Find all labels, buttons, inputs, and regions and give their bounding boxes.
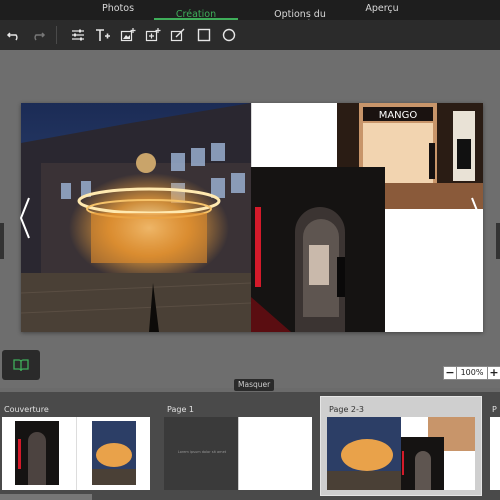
- undo-button[interactable]: [4, 25, 24, 45]
- add-frame-button[interactable]: [143, 25, 163, 45]
- previous-page-button[interactable]: [17, 193, 33, 243]
- thumbnail-couverture[interactable]: [2, 417, 150, 490]
- add-text-button[interactable]: [93, 25, 113, 45]
- circle-button[interactable]: [219, 25, 239, 45]
- tab-apercu[interactable]: Aperçu: [352, 0, 412, 20]
- redo-button[interactable]: [28, 25, 48, 45]
- page-1-caption: Lorem ipsum dolor sit amet: [177, 450, 227, 454]
- page-spread: MANGO: [21, 103, 483, 332]
- add-frame-icon: [145, 28, 161, 42]
- left-side-tab[interactable]: [0, 223, 4, 259]
- zoom-in-button[interactable]: +: [487, 366, 500, 380]
- zoom-control: − 100% +: [443, 366, 500, 380]
- rectangle-button[interactable]: [194, 25, 214, 45]
- edit-frame-button[interactable]: [168, 25, 188, 45]
- add-text-icon: [96, 29, 110, 41]
- storefront-sign: MANGO: [379, 110, 418, 121]
- archway-photo[interactable]: [251, 167, 385, 332]
- chevron-left-icon: [19, 197, 30, 239]
- editor-workspace: MANGO − 100% +: [0, 50, 500, 388]
- add-image-icon: [120, 28, 136, 42]
- couverture-preview: [2, 417, 150, 490]
- thumbnail-label-couverture: Couverture: [4, 405, 49, 414]
- edit-frame-icon: [170, 28, 185, 42]
- toolbar-separator: [56, 26, 57, 44]
- circle-icon: [222, 28, 236, 42]
- tab-photos[interactable]: Photos: [86, 0, 150, 20]
- page-2-3-preview: [327, 417, 475, 490]
- carousel-photo[interactable]: [21, 103, 251, 332]
- zoom-level: 100%: [457, 366, 487, 380]
- hide-panel-button[interactable]: Masquer: [234, 379, 275, 391]
- editor-toolbar: [0, 20, 500, 50]
- chevron-right-icon: [471, 197, 482, 239]
- panel-scrollbar[interactable]: [0, 494, 92, 500]
- thumbnail-page-1[interactable]: Lorem ipsum dolor sit amet: [164, 417, 312, 490]
- adjust-icon: [72, 29, 84, 41]
- next-page-button[interactable]: [468, 193, 484, 243]
- top-tab-bar: Photos Création Beau-Livre Options du Be…: [0, 0, 500, 30]
- undo-icon: [6, 32, 18, 41]
- tab-creation-beau-livre[interactable]: Création Beau-Livre: [154, 0, 238, 30]
- thumbnail-label-page-2-3: Page 2-3: [329, 405, 364, 414]
- rectangle-icon: [197, 28, 211, 42]
- tab-apercu-label: Aperçu: [365, 3, 399, 14]
- thumbnail-page-2-3[interactable]: [327, 417, 475, 490]
- thumbnail-next-page[interactable]: [490, 417, 500, 490]
- add-image-button[interactable]: [118, 25, 138, 45]
- right-side-tab[interactable]: [496, 223, 500, 259]
- thumbnail-label-next: P: [492, 405, 497, 414]
- zoom-out-button[interactable]: −: [443, 366, 457, 380]
- book-icon: [13, 359, 29, 372]
- tab-options-beau-livre[interactable]: Options du Beau-Livre: [258, 0, 342, 30]
- thumbnail-label-page-1: Page 1: [167, 405, 194, 414]
- book-view-button[interactable]: [2, 350, 40, 380]
- tab-photos-label: Photos: [101, 3, 135, 14]
- adjust-button[interactable]: [68, 25, 88, 45]
- redo-icon: [34, 32, 46, 41]
